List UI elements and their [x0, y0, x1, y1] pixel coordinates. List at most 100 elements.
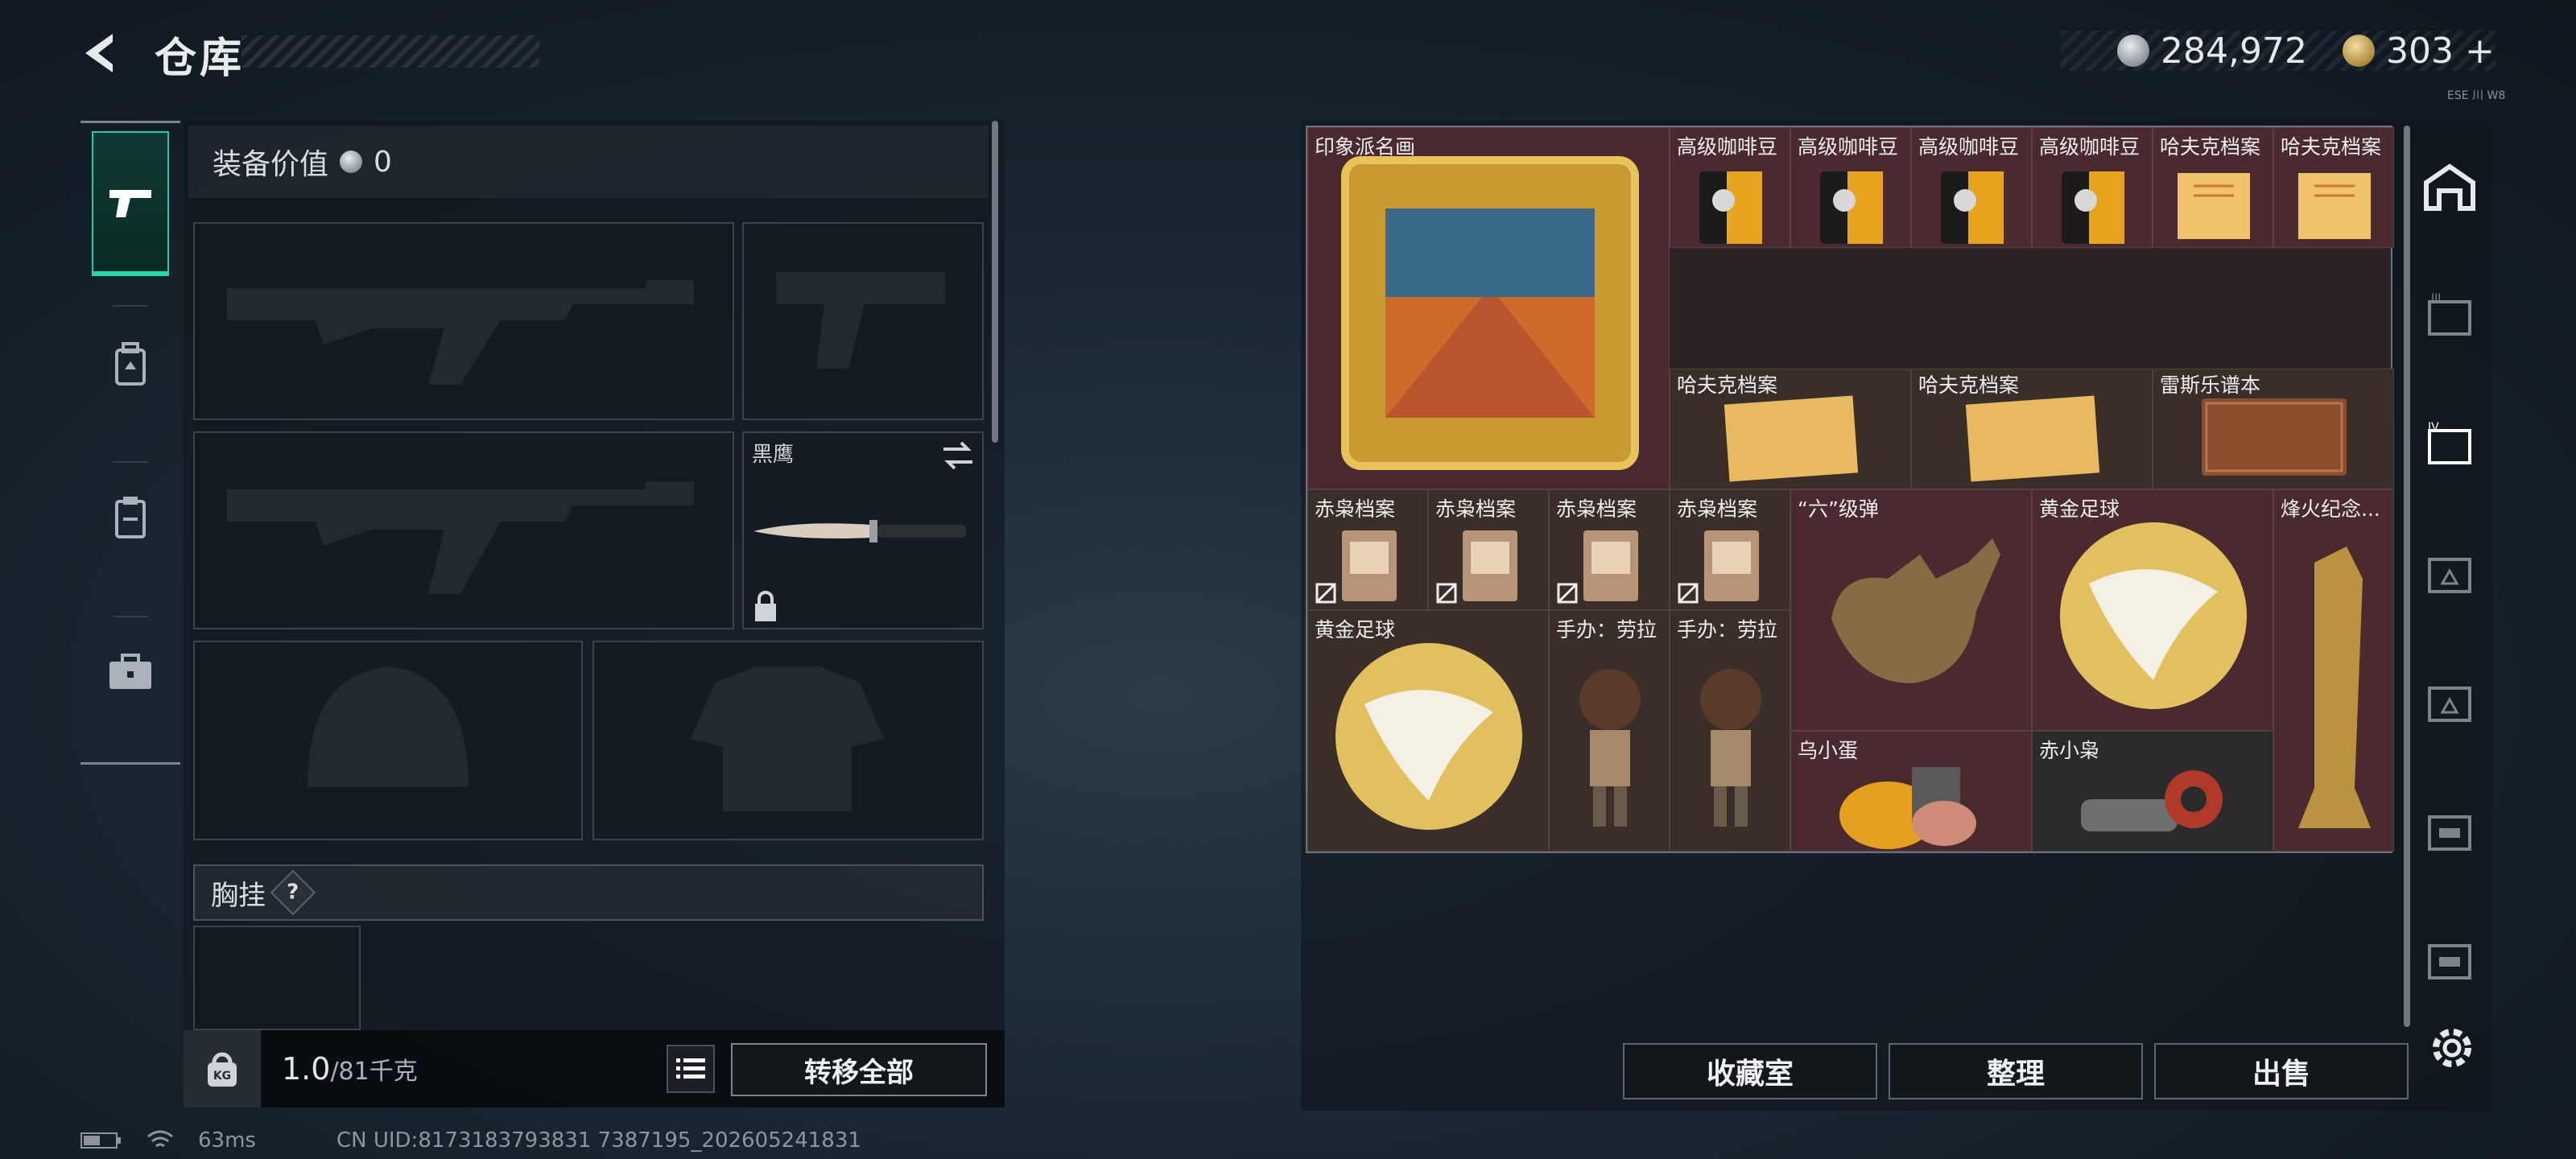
tab-weapons[interactable] [92, 131, 169, 276]
storage-level-4-icon [2428, 687, 2471, 722]
golden-ball-icon [2060, 522, 2247, 709]
primary-weapon-slot[interactable] [193, 222, 734, 420]
svg-text:III: III [2431, 292, 2441, 305]
egg-figure-icon [1839, 767, 1976, 849]
coffee-bag-icon [1941, 171, 2004, 244]
inventory-item[interactable]: 赤枭档案 [1428, 489, 1549, 610]
inventory-item[interactable]: 赤枭档案 [1549, 489, 1670, 610]
document-icon [1724, 395, 1859, 482]
inventory-item[interactable]: “六”级弹 [1790, 489, 2032, 731]
item-label: 赤枭档案 [1315, 497, 1396, 521]
inventory-item[interactable]: 哈夫克档案 [1670, 369, 1911, 489]
inventory-item[interactable]: 赤小枭 [2032, 731, 2273, 852]
backpack-icon [115, 342, 146, 386]
music-book-icon [2202, 398, 2347, 476]
sell-button[interactable]: 出售 [2154, 1043, 2409, 1099]
inventory-item[interactable]: 黄金足球 [1307, 610, 1549, 852]
equipment-scrollbar[interactable] [992, 121, 998, 443]
status-bar: 63ms CN UID:8173183793831 7387195_202605… [80, 1128, 861, 1153]
equipment-value-label: 装备价值 [213, 148, 329, 181]
armor-slot[interactable] [592, 641, 984, 840]
no-transfer-icon [1315, 583, 1336, 604]
swap-icon[interactable] [940, 439, 976, 472]
item-label: 赤小枭 [2039, 739, 2100, 762]
inventory-item[interactable]: 乌小蛋 [1790, 731, 2032, 852]
sort-button[interactable]: 整理 [1889, 1043, 2143, 1099]
helmet-slot[interactable] [193, 641, 583, 840]
storage-level-4-icon [2428, 944, 2471, 980]
inventory-item[interactable]: 雷斯乐谱本 [2153, 369, 2394, 489]
svg-text:KG: KG [213, 1070, 231, 1083]
silver-coin-icon [2117, 35, 2149, 67]
tab-case[interactable] [92, 600, 169, 744]
item-label: 乌小蛋 [1798, 739, 1859, 762]
inventory-item[interactable]: 手办：劳拉 [1670, 610, 1790, 852]
item-label: 哈夫克档案 [1918, 373, 2020, 397]
storage-tab-4c[interactable] [2423, 932, 2476, 985]
warehouse-icon [2424, 163, 2475, 211]
inventory-item[interactable]: 哈夫克档案 [2273, 127, 2394, 248]
sidearm-slot[interactable] [742, 222, 984, 420]
rifle-silhouette-icon [227, 280, 694, 385]
gear-icon[interactable] [2426, 1022, 2478, 1074]
item-label: 高级咖啡豆 [1918, 135, 2020, 159]
inventory-item[interactable]: 高级咖啡豆 [2032, 127, 2153, 248]
inventory-item[interactable]: 赤枭档案 [1670, 489, 1790, 610]
storage-tab-3b[interactable] [2423, 546, 2476, 599]
inventory-item[interactable]: 哈夫克档案 [2153, 127, 2273, 248]
item-label: 高级咖啡豆 [1798, 135, 1899, 159]
folder-icon [1704, 530, 1759, 601]
storage-level-3-icon [2428, 815, 2471, 851]
storage-tab-3c[interactable] [2423, 803, 2476, 856]
item-label: 烽火纪念... [2281, 497, 2380, 521]
add-currency-button[interactable]: + [2465, 31, 2495, 72]
inventory-item[interactable]: 印象派名画 [1307, 127, 1670, 489]
gold-amount: 303 [2385, 30, 2454, 72]
rifle-silhouette-icon [227, 481, 694, 594]
painting-icon [1341, 156, 1639, 470]
inventory-item[interactable]: 烽火纪念... [2273, 489, 2394, 852]
storage-tab-3[interactable]: III [2423, 288, 2476, 341]
help-icon[interactable]: ? [270, 869, 316, 916]
item-label: 印象派名画 [1315, 135, 1416, 159]
inventory-item[interactable]: 高级咖啡豆 [1911, 127, 2032, 248]
storage-tab-4-active[interactable]: IV [2423, 417, 2476, 470]
inventory-grid: 印象派名画 高级咖啡豆 高级咖啡豆 高级咖啡豆 高级咖啡豆 哈夫克档案 哈夫克档… [1306, 126, 2394, 853]
inventory-item[interactable]: 黄金足球 [2032, 489, 2273, 731]
document-icon [2178, 173, 2250, 239]
tab-backpack[interactable] [92, 292, 169, 437]
item-label: 雷斯乐谱本 [2160, 373, 2261, 397]
inventory-item[interactable]: 手办：劳拉 [1549, 610, 1670, 852]
storage-tab-4b[interactable] [2423, 674, 2476, 728]
inventory-item[interactable]: 哈夫克档案 [1911, 369, 2153, 489]
item-label: 高级咖啡豆 [1677, 135, 1778, 159]
melee-slot[interactable]: 黑鹰 [742, 431, 984, 629]
chest-rig-header: 胸挂 ? [193, 864, 984, 921]
chest-rig-slot[interactable] [193, 926, 361, 1030]
kettlebell-icon: KG [208, 1052, 237, 1087]
storage-level-3-icon [2428, 558, 2471, 593]
pistol-icon [109, 190, 151, 217]
weight-max: /81千克 [330, 1058, 418, 1086]
golden-ball-icon [1335, 643, 1522, 830]
weight-readout: 1.0/81千克 [282, 1051, 418, 1087]
storage-tab-all[interactable] [2423, 161, 2476, 214]
silver-amount: 284,972 [2161, 30, 2307, 72]
tab-vest[interactable] [92, 445, 169, 590]
inventory-item[interactable]: 赤枭档案 [1307, 489, 1428, 610]
inventory-item[interactable]: 高级咖啡豆 [1790, 127, 1911, 248]
back-arrow-icon[interactable] [77, 29, 126, 77]
secondary-weapon-slot[interactable] [193, 431, 734, 629]
collection-button[interactable]: 收藏室 [1623, 1043, 1877, 1099]
chest-rig-label: 胸挂 [211, 879, 266, 912]
document-icon [2298, 173, 2371, 239]
list-icon [676, 1058, 705, 1079]
transfer-all-button[interactable]: 转移全部 [731, 1043, 987, 1096]
item-label: 哈夫克档案 [1677, 373, 1778, 397]
equipment-value: 0 [374, 145, 392, 179]
folder-icon [1463, 530, 1517, 601]
storage-tab-strip: III IV [2399, 121, 2496, 1030]
inventory-item[interactable]: 高级咖啡豆 [1670, 127, 1790, 248]
list-view-button[interactable] [667, 1045, 715, 1093]
armor-silhouette-icon [691, 666, 884, 811]
